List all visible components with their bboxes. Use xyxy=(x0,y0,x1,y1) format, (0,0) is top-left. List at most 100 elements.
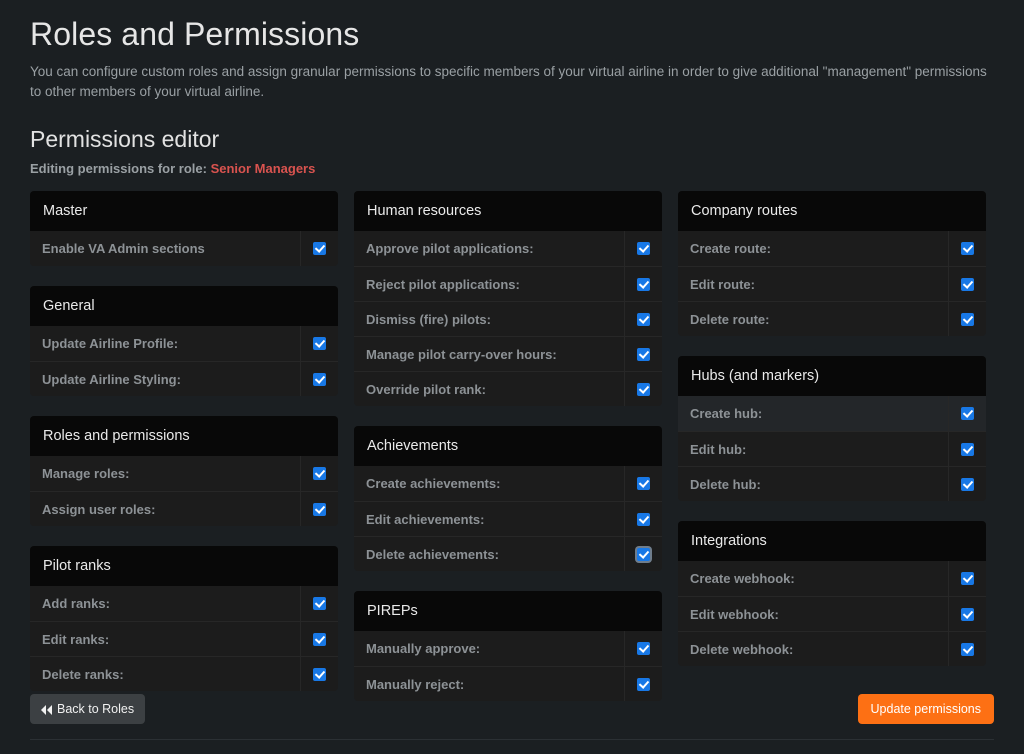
permission-checkbox[interactable] xyxy=(637,477,650,490)
permission-row[interactable]: Edit webhook: xyxy=(678,596,986,631)
permission-checkbox[interactable] xyxy=(637,547,650,561)
permission-checkbox[interactable] xyxy=(637,512,650,526)
permission-row[interactable]: Update Airline Styling: xyxy=(30,361,338,396)
permission-row[interactable]: Create route: xyxy=(678,231,986,266)
permission-row[interactable]: Edit hub: xyxy=(678,431,986,466)
permission-checkbox[interactable] xyxy=(637,642,650,655)
permission-checkbox[interactable] xyxy=(313,242,326,255)
permission-label: Create hub: xyxy=(690,406,763,421)
permission-checkbox-cell[interactable] xyxy=(624,372,662,406)
permission-checkbox-cell[interactable] xyxy=(300,362,338,396)
permission-checkbox[interactable] xyxy=(637,382,650,396)
permission-row[interactable]: Create achievements: xyxy=(354,466,662,501)
permission-checkbox[interactable] xyxy=(313,632,326,646)
permission-row[interactable]: Enable VA Admin sections xyxy=(30,231,338,266)
permission-label: Approve pilot applications: xyxy=(366,241,534,256)
permission-checkbox-cell[interactable] xyxy=(948,396,986,431)
permission-card-title: Pilot ranks xyxy=(30,546,338,586)
permission-row[interactable]: Edit ranks: xyxy=(30,621,338,656)
permission-checkbox[interactable] xyxy=(961,312,974,326)
permission-checkbox-cell[interactable] xyxy=(624,302,662,336)
permission-row[interactable]: Dismiss (fire) pilots: xyxy=(354,301,662,336)
permission-row[interactable]: Edit route: xyxy=(678,266,986,301)
permission-checkbox[interactable] xyxy=(961,572,974,585)
update-permissions-button[interactable]: Update permissions xyxy=(857,694,994,724)
permission-checkbox-cell[interactable] xyxy=(948,267,986,301)
permission-row[interactable]: Reject pilot applications: xyxy=(354,266,662,301)
permission-checkbox-cell[interactable] xyxy=(624,631,662,666)
permission-checkbox[interactable] xyxy=(637,347,650,361)
permission-row[interactable]: Manage roles: xyxy=(30,456,338,491)
permission-label: Create achievements: xyxy=(366,476,501,491)
permission-checkbox-cell[interactable] xyxy=(948,302,986,336)
back-to-roles-button[interactable]: Back to Roles xyxy=(30,694,146,724)
permission-card: Achievements Create achievements: Edit ach… xyxy=(354,426,662,571)
footer-divider xyxy=(30,739,994,740)
permission-checkbox[interactable] xyxy=(637,242,650,255)
permission-checkbox-cell[interactable] xyxy=(948,561,986,596)
page-title: Roles and Permissions xyxy=(30,16,360,52)
permission-checkbox-cell[interactable] xyxy=(624,466,662,501)
permission-checkbox-cell[interactable] xyxy=(948,632,986,666)
permission-checkbox-cell[interactable] xyxy=(624,537,662,571)
permission-checkbox[interactable] xyxy=(313,372,326,386)
permission-checkbox[interactable] xyxy=(313,667,326,681)
permission-checkbox[interactable] xyxy=(961,277,974,291)
permission-checkbox-cell[interactable] xyxy=(300,456,338,491)
permission-checkbox[interactable] xyxy=(637,312,650,326)
permission-checkbox[interactable] xyxy=(961,607,974,621)
permission-checkbox[interactable] xyxy=(313,597,326,610)
permission-checkbox-cell[interactable] xyxy=(948,432,986,466)
permission-row[interactable]: Delete route: xyxy=(678,301,986,336)
permission-row[interactable]: Update Airline Profile: xyxy=(30,326,338,361)
permission-row[interactable]: Create webhook: xyxy=(678,561,986,596)
permission-checkbox[interactable] xyxy=(961,407,974,420)
permission-checkbox[interactable] xyxy=(961,642,974,656)
permission-checkbox[interactable] xyxy=(961,477,974,491)
permission-row[interactable]: Delete hub: xyxy=(678,466,986,501)
permission-checkbox-cell[interactable] xyxy=(300,586,338,621)
permission-checkbox[interactable] xyxy=(313,502,326,516)
permission-checkbox[interactable] xyxy=(313,467,326,480)
permission-row[interactable]: Create hub: xyxy=(678,396,986,431)
permission-checkbox-cell[interactable] xyxy=(948,467,986,501)
permission-checkbox[interactable] xyxy=(637,677,650,691)
permission-checkbox-cell[interactable] xyxy=(948,597,986,631)
permission-column: Company routes Create route: Edit route: De… xyxy=(678,191,986,721)
permission-row[interactable]: Edit achievements: xyxy=(354,501,662,536)
permission-columns: Master Enable VA Admin sections General Upd… xyxy=(30,191,994,721)
permission-checkbox-cell[interactable] xyxy=(300,231,338,266)
permission-checkbox[interactable] xyxy=(961,442,974,456)
permission-label: Edit hub: xyxy=(690,441,747,457)
permission-row[interactable]: Manage pilot carry-over hours: xyxy=(354,336,662,371)
permission-card-body: Update Airline Profile: Update Airline St… xyxy=(30,326,338,396)
fast-backward-icon xyxy=(41,704,52,715)
permission-label: Delete achievements: xyxy=(366,546,499,562)
permission-column: Master Enable VA Admin sections General Upd… xyxy=(30,191,338,721)
permission-row[interactable]: Delete webhook: xyxy=(678,631,986,666)
editing-role-name[interactable]: Senior Managers xyxy=(211,161,316,176)
permission-label: Manage pilot carry-over hours: xyxy=(366,346,557,362)
permission-row[interactable]: Approve pilot applications: xyxy=(354,231,662,266)
permission-checkbox-cell[interactable] xyxy=(300,326,338,361)
permission-checkbox-cell[interactable] xyxy=(300,492,338,526)
permission-card: Master Enable VA Admin sections xyxy=(30,191,338,266)
permission-row[interactable]: Manually approve: xyxy=(354,631,662,666)
permissions-page: Roles and Permissions You can configure … xyxy=(0,0,1024,754)
permission-row[interactable]: Delete achievements: xyxy=(354,536,662,571)
permission-checkbox-cell[interactable] xyxy=(300,657,338,691)
permission-row[interactable]: Add ranks: xyxy=(30,586,338,621)
permission-checkbox-cell[interactable] xyxy=(624,267,662,301)
permission-checkbox-cell[interactable] xyxy=(948,231,986,266)
permission-checkbox[interactable] xyxy=(637,277,650,291)
permission-checkbox[interactable] xyxy=(313,337,326,350)
permission-checkbox[interactable] xyxy=(961,242,974,255)
permission-checkbox-cell[interactable] xyxy=(624,502,662,536)
permission-row[interactable]: Delete ranks: xyxy=(30,656,338,691)
permission-row[interactable]: Override pilot rank: xyxy=(354,371,662,406)
permission-checkbox-cell[interactable] xyxy=(300,622,338,656)
permission-row[interactable]: Assign user roles: xyxy=(30,491,338,526)
permission-checkbox-cell[interactable] xyxy=(624,337,662,371)
footer-actions: Back to Roles Update permissions xyxy=(30,694,994,724)
permission-checkbox-cell[interactable] xyxy=(624,231,662,266)
